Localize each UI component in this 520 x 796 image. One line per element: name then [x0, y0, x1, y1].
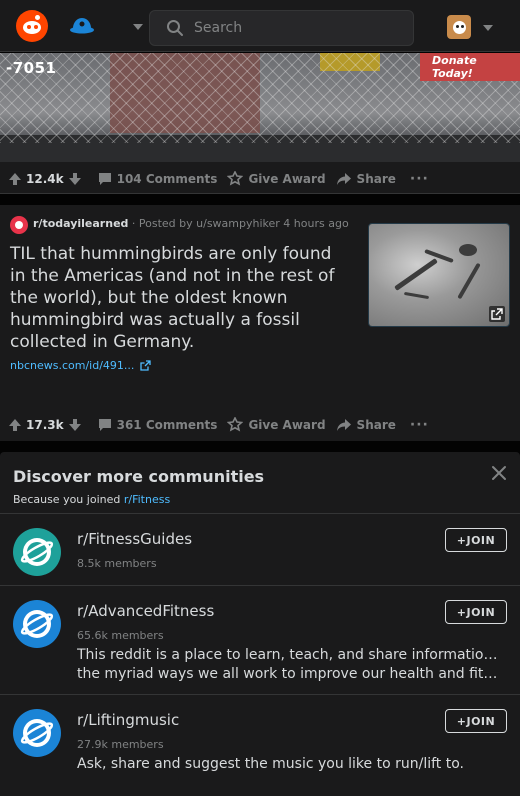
community-members: 65.6k members — [77, 629, 164, 642]
subreddit-icon[interactable] — [10, 216, 28, 234]
comment-icon — [98, 173, 111, 185]
post-title[interactable]: TIL that hummingbirds are only found in … — [10, 243, 350, 353]
share-icon — [336, 419, 351, 431]
image-overlay-text: -7051 — [6, 59, 57, 77]
community-name[interactable]: r/FitnessGuides — [77, 530, 192, 548]
community-members: 8.5k members — [77, 557, 157, 570]
community-name[interactable]: r/AdvancedFitness — [77, 602, 214, 620]
user-menu-chevron-down-icon[interactable] — [483, 25, 493, 31]
image-banner-text: Donate Today! — [420, 53, 520, 81]
posted-by-text: · Posted by u/swampyhiker 4 hours ago — [131, 217, 349, 230]
close-icon[interactable] — [490, 464, 508, 482]
panel-title: Discover more communities — [13, 467, 265, 486]
post-action-bar: 17.3k 361 Comments Give Award Share ··· — [0, 409, 520, 441]
home-feed-icon[interactable] — [68, 15, 96, 39]
post-image[interactable]: -7051 Donate Today! — [0, 53, 520, 162]
comments-button[interactable]: 104 Comments — [98, 172, 217, 186]
community-description: This reddit is a place to learn, teach, … — [77, 647, 505, 682]
feed-dropdown-chevron-down-icon[interactable] — [133, 24, 143, 30]
comments-button[interactable]: 361 Comments — [98, 418, 217, 432]
vote-count: 17.3k — [26, 418, 64, 432]
comment-icon — [98, 419, 111, 431]
community-planet-icon[interactable] — [13, 709, 61, 757]
community-planet-icon[interactable] — [13, 528, 61, 576]
join-button[interactable]: +JOIN — [445, 528, 507, 552]
search-icon — [167, 20, 183, 36]
top-nav-bar — [0, 0, 520, 52]
search-bar[interactable] — [149, 10, 414, 46]
subreddit-link[interactable]: r/todayilearned — [33, 217, 128, 230]
post-card[interactable]: -7051 Donate Today! 12.4k 104 Comments G… — [0, 53, 520, 194]
external-link-icon — [489, 306, 505, 322]
vote-controls: 17.3k — [8, 418, 82, 432]
join-button[interactable]: +JOIN — [445, 709, 507, 733]
reddit-logo-icon[interactable] — [16, 10, 48, 42]
join-button[interactable]: +JOIN — [445, 600, 507, 624]
user-avatar[interactable] — [447, 15, 471, 39]
community-members: 27.9k members — [77, 738, 164, 751]
upvote-arrow-icon[interactable] — [8, 418, 22, 432]
post-external-link[interactable]: nbcnews.com/id/491... — [10, 359, 152, 372]
share-button[interactable]: Share — [336, 172, 396, 186]
search-input[interactable] — [194, 20, 394, 36]
share-icon — [336, 173, 351, 185]
divider — [0, 694, 520, 695]
community-name[interactable]: r/Liftingmusic — [77, 711, 179, 729]
vote-count: 12.4k — [26, 172, 64, 186]
external-link-icon — [140, 360, 152, 371]
more-options-button[interactable]: ··· — [410, 417, 429, 433]
post-meta: r/todayilearned · Posted by u/swampyhike… — [33, 217, 349, 230]
upvote-arrow-icon[interactable] — [8, 172, 22, 186]
community-planet-icon[interactable] — [13, 600, 61, 648]
divider — [0, 513, 520, 514]
discover-communities-panel: Discover more communities Because you jo… — [0, 452, 520, 796]
divider — [0, 585, 520, 586]
award-icon — [227, 417, 244, 432]
share-button[interactable]: Share — [336, 418, 396, 432]
post-card[interactable]: r/todayilearned · Posted by u/swampyhike… — [0, 205, 520, 441]
more-options-button[interactable]: ··· — [410, 171, 429, 187]
joined-subreddit-link[interactable]: r/Fitness — [124, 493, 170, 506]
vote-controls: 12.4k — [8, 172, 82, 186]
downvote-arrow-icon[interactable] — [68, 172, 82, 186]
post-action-bar: 12.4k 104 Comments Give Award Share ··· — [0, 163, 520, 195]
give-award-button[interactable]: Give Award — [227, 171, 326, 187]
award-icon — [227, 171, 244, 186]
panel-subtitle: Because you joined r/Fitness — [13, 493, 171, 506]
post-thumbnail[interactable] — [368, 223, 510, 327]
community-description: Ask, share and suggest the music you lik… — [77, 756, 464, 772]
give-award-button[interactable]: Give Award — [227, 417, 326, 433]
downvote-arrow-icon[interactable] — [68, 418, 82, 432]
